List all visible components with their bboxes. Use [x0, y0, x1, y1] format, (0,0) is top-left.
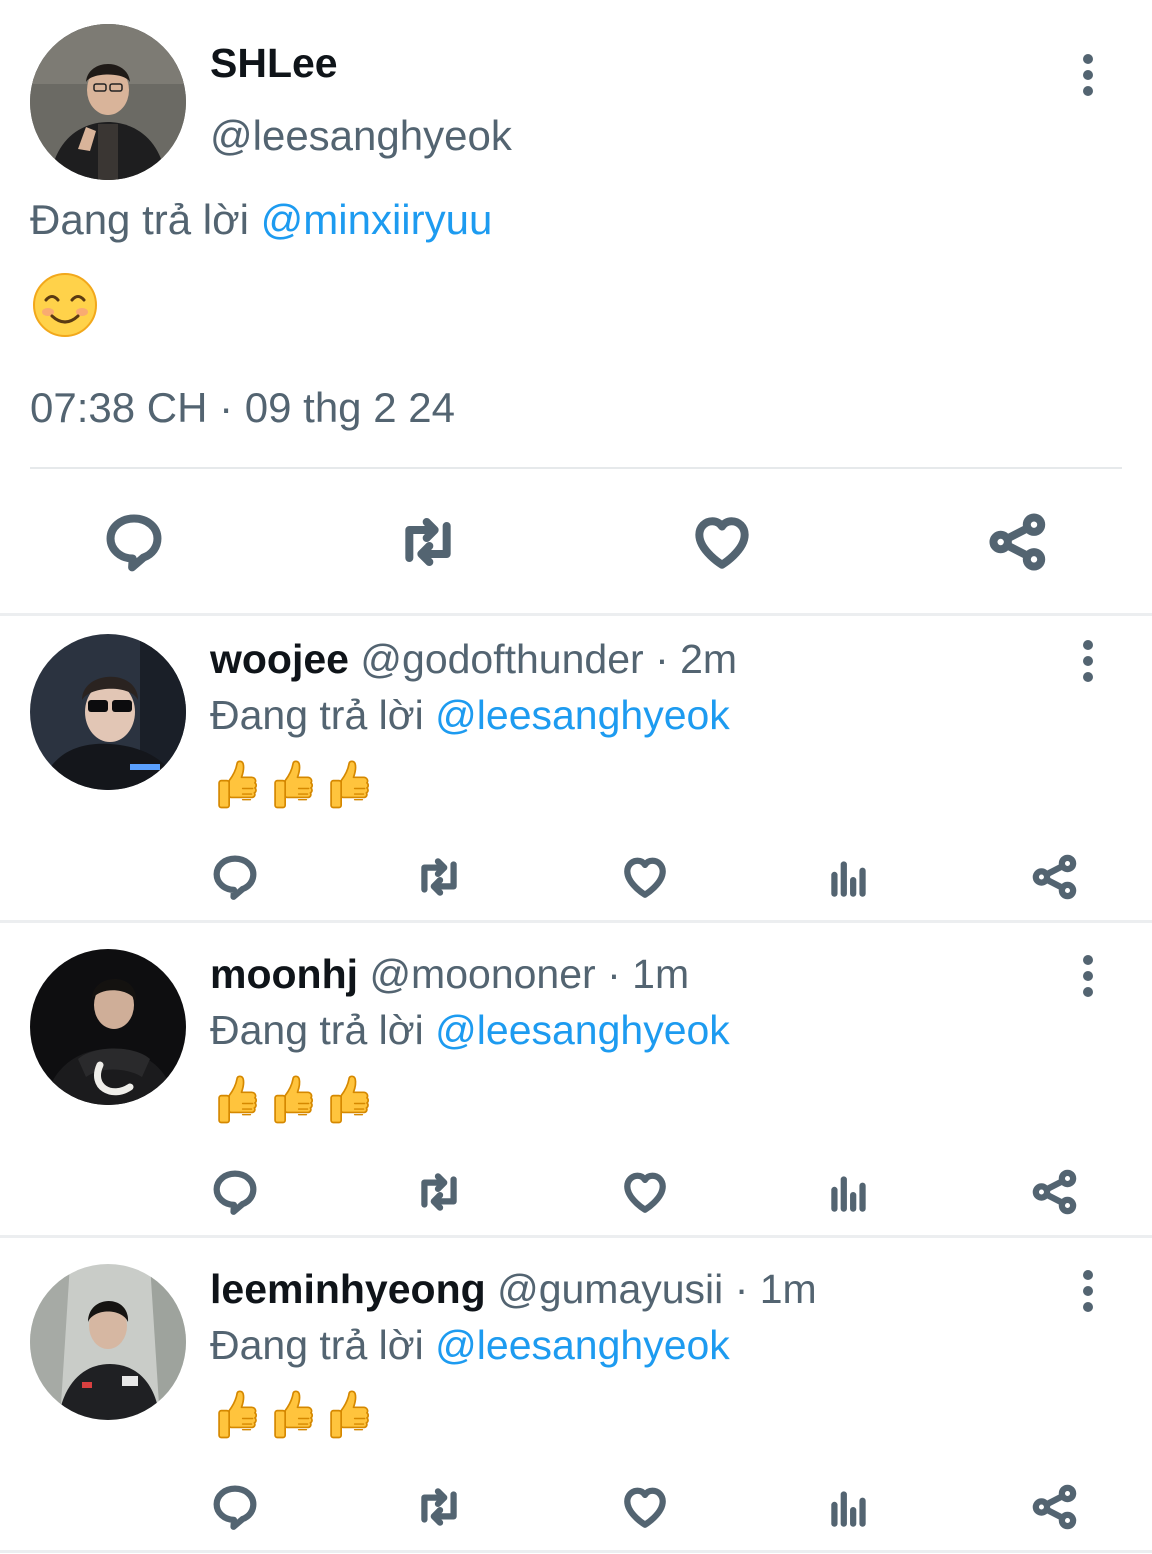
share-icon[interactable]	[1030, 1482, 1080, 1532]
thumbs-up-emoji-icon	[270, 1071, 316, 1127]
replying-to-mention[interactable]: @leesanghyeok	[435, 1007, 730, 1053]
thumbs-up-emoji-icon	[270, 756, 316, 812]
reply-time[interactable]: · 1m	[607, 951, 689, 997]
stats-icon[interactable]	[824, 852, 874, 902]
thumbs-up-emoji-icon	[270, 1386, 316, 1442]
reply-content-emojis	[214, 1386, 372, 1442]
retweet-icon[interactable]	[414, 1167, 464, 1217]
replying-to-line: Đang trả lời @leesanghyeok	[210, 692, 730, 739]
reply-display-name[interactable]: leeminhyeong	[210, 1266, 486, 1312]
reply-header: leeminhyeong @gumayusii · 1m	[210, 1266, 817, 1313]
more-options-button[interactable]	[1068, 1261, 1108, 1321]
reply-handle[interactable]: @godofthunder	[360, 636, 643, 682]
thumbs-up-emoji-icon	[326, 1386, 372, 1442]
more-dot	[1083, 1286, 1093, 1296]
like-icon[interactable]	[620, 852, 670, 902]
reply-time[interactable]: · 1m	[735, 1266, 817, 1312]
reply-tweet[interactable]: moonhj @moononer · 1m Đang trả lời @lees…	[0, 931, 1152, 1243]
replying-prefix: Đang trả lời	[210, 1322, 424, 1368]
reply-icon[interactable]	[210, 852, 260, 902]
like-icon[interactable]	[620, 1482, 670, 1532]
divider	[0, 1550, 1152, 1553]
retweet-icon[interactable]	[396, 510, 460, 574]
reply-header: woojee @godofthunder · 2m	[210, 636, 737, 683]
author-display-name[interactable]: SHLee	[210, 40, 338, 87]
like-icon[interactable]	[690, 510, 754, 574]
divider	[30, 467, 1122, 469]
reply-display-name[interactable]: woojee	[210, 636, 349, 682]
share-icon[interactable]	[1030, 1167, 1080, 1217]
reply-icon[interactable]	[102, 510, 166, 574]
replying-to-mention[interactable]: @leesanghyeok	[435, 1322, 730, 1368]
avatar-shlee[interactable]	[30, 24, 186, 180]
more-dot	[1083, 70, 1093, 80]
reply-content-emojis	[214, 1071, 372, 1127]
reply-tweet[interactable]: leeminhyeong @gumayusii · 1m Đang trả lờ…	[0, 1246, 1152, 1554]
like-icon[interactable]	[620, 1167, 670, 1217]
divider	[0, 920, 1152, 923]
avatar-image	[30, 1264, 186, 1420]
replying-to-line: Đang trả lời @minxiiryuu	[30, 196, 492, 244]
more-dot	[1083, 987, 1093, 997]
replying-prefix: Đang trả lời	[30, 196, 249, 243]
more-options-button[interactable]	[1068, 631, 1108, 691]
thumbs-up-emoji-icon	[326, 756, 372, 812]
more-dot	[1083, 1302, 1093, 1312]
more-dot	[1083, 640, 1093, 650]
more-dot	[1083, 656, 1093, 666]
replying-prefix: Đang trả lời	[210, 1007, 424, 1053]
reply-content-emojis	[214, 756, 372, 812]
more-dot	[1083, 54, 1093, 64]
more-options-button[interactable]	[1068, 946, 1108, 1006]
reply-time[interactable]: · 2m	[655, 636, 737, 682]
avatar-image	[30, 949, 186, 1105]
replying-to-line: Đang trả lời @leesanghyeok	[210, 1322, 730, 1369]
more-options-button[interactable]	[1068, 45, 1108, 105]
more-dot	[1083, 86, 1093, 96]
author-handle[interactable]: @leesanghyeok	[210, 112, 512, 160]
reply-header: moonhj @moononer · 1m	[210, 951, 689, 998]
reply-icon[interactable]	[210, 1482, 260, 1532]
avatar-leeminhyeong[interactable]	[30, 1264, 186, 1420]
share-icon[interactable]	[986, 510, 1050, 574]
thumbs-up-emoji-icon	[326, 1071, 372, 1127]
retweet-icon[interactable]	[414, 852, 464, 902]
divider	[0, 1235, 1152, 1238]
share-icon[interactable]	[1030, 852, 1080, 902]
tweet-timestamp[interactable]: 07:38 CH · 09 thg 2 24	[30, 384, 455, 432]
avatar-image	[30, 24, 186, 180]
stats-icon[interactable]	[824, 1167, 874, 1217]
more-dot	[1083, 1270, 1093, 1280]
more-dot	[1083, 672, 1093, 682]
reply-display-name[interactable]: moonhj	[210, 951, 358, 997]
thumbs-up-emoji-icon	[214, 756, 260, 812]
reply-tweet[interactable]: woojee @godofthunder · 2m Đang trả lời @…	[0, 616, 1152, 928]
replying-to-line: Đang trả lời @leesanghyeok	[210, 1007, 730, 1054]
retweet-icon[interactable]	[414, 1482, 464, 1532]
replying-to-mention[interactable]: @leesanghyeok	[435, 692, 730, 738]
thumbs-up-emoji-icon	[214, 1386, 260, 1442]
tweet-thread-page: SHLee @leesanghyeok Đang trả lời @minxii…	[0, 0, 1152, 1554]
reply-handle[interactable]: @gumayusii	[497, 1266, 723, 1312]
stats-icon[interactable]	[824, 1482, 874, 1532]
avatar-moonhj[interactable]	[30, 949, 186, 1105]
replying-prefix: Đang trả lời	[210, 692, 424, 738]
avatar-image	[30, 634, 186, 790]
more-dot	[1083, 971, 1093, 981]
smiling-face-emoji-icon	[33, 273, 97, 337]
thumbs-up-emoji-icon	[214, 1071, 260, 1127]
more-dot	[1083, 955, 1093, 965]
reply-icon[interactable]	[210, 1167, 260, 1217]
reply-handle[interactable]: @moononer	[369, 951, 595, 997]
avatar-woojee[interactable]	[30, 634, 186, 790]
main-tweet: SHLee @leesanghyeok Đang trả lời @minxii…	[0, 0, 1152, 615]
replying-to-mention[interactable]: @minxiiryuu	[261, 196, 493, 243]
